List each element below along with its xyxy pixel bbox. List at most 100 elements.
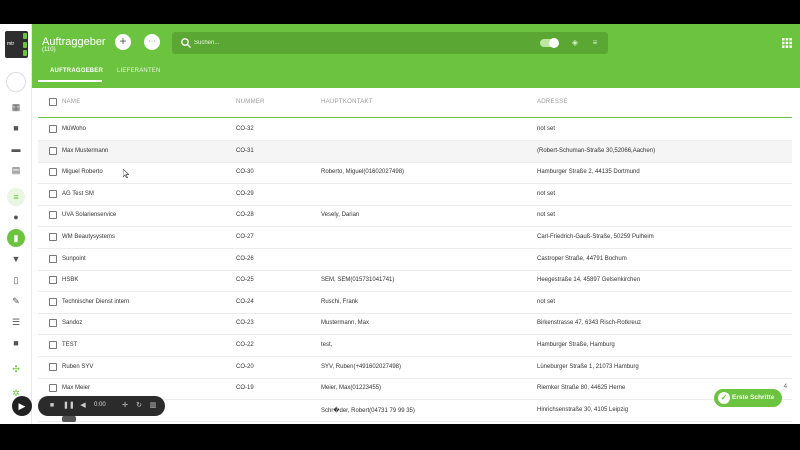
add-button[interactable]: + bbox=[115, 34, 131, 50]
search-toggle[interactable] bbox=[540, 38, 559, 48]
tab-lieferanten[interactable]: LIEFERANTEN bbox=[117, 68, 161, 74]
trash-icon[interactable]: ▥ bbox=[148, 401, 158, 411]
table-row[interactable]: WM Beautysystems CO-27 Carl-Friedrich-Gauß… bbox=[38, 227, 792, 249]
getting-started-label: Erste Schritte bbox=[732, 394, 775, 401]
toolbox-icon[interactable]: ■ bbox=[11, 338, 21, 348]
cell-contact: Meier, Max(01223455) bbox=[321, 385, 382, 392]
column-header-contact[interactable]: HAUPTKONTAKT bbox=[321, 99, 373, 105]
select-all-checkbox[interactable] bbox=[49, 98, 57, 106]
cell-name: Sandoz bbox=[62, 320, 83, 327]
row-checkbox[interactable] bbox=[49, 297, 57, 306]
table-row[interactable]: UVA Solarienservice CO-28 Vesely, Darian no… bbox=[38, 205, 792, 228]
row-checkbox[interactable] bbox=[49, 362, 57, 371]
row-checkbox[interactable] bbox=[49, 168, 57, 177]
table-row[interactable]: Miguel Roberto CO-30 Roberto, Miguel(01602… bbox=[38, 162, 792, 185]
search-bar: ◈ ≡ bbox=[172, 32, 608, 54]
cell-address: (Robert-Schuman-Straße 30,52066,Aachen) bbox=[537, 147, 656, 154]
row-checkbox[interactable] bbox=[49, 211, 57, 220]
dashboard-icon[interactable]: ▤ bbox=[11, 165, 21, 175]
logo-mark: mtr bbox=[7, 41, 15, 47]
tab-auftraggeber[interactable]: AUFTRAGGEBER bbox=[50, 68, 103, 74]
row-checkbox[interactable] bbox=[49, 276, 57, 285]
column-header-number[interactable]: NUMMER bbox=[236, 99, 265, 105]
cell-number: CO-24 bbox=[236, 298, 254, 305]
table-row[interactable]: Max Mustermann CO-31 (Robert-Schuman-Straß… bbox=[38, 140, 792, 163]
cell-number: CO-32 bbox=[236, 126, 254, 132]
restart-icon[interactable]: ↻ bbox=[134, 401, 144, 411]
pause-icon[interactable]: ❚❚ bbox=[63, 401, 75, 411]
rewind-icon[interactable]: ◀ bbox=[78, 401, 88, 411]
table-row[interactable]: Sandoz CO-23 Mustermann, Max Birkenstrasse … bbox=[38, 313, 792, 336]
table-row[interactable]: AG Test SM CO-29 not set bbox=[38, 184, 792, 206]
cell-address: Castroper Straße, 44791 Bochum bbox=[537, 255, 627, 262]
getting-started-badge: 4 bbox=[783, 384, 787, 390]
briefcase-icon[interactable]: ■ bbox=[11, 123, 21, 133]
row-checkbox[interactable] bbox=[49, 254, 57, 263]
row-checkbox[interactable] bbox=[49, 189, 57, 198]
cell-name: Sunpoint bbox=[62, 255, 86, 262]
row-checkbox[interactable] bbox=[49, 125, 57, 133]
column-header-name[interactable]: NAME bbox=[62, 99, 81, 105]
app-logo[interactable]: mtr bbox=[5, 31, 28, 58]
cell-address: not set bbox=[537, 126, 556, 132]
record-count: (110) bbox=[42, 47, 56, 53]
location-pin-icon[interactable]: ▼ bbox=[11, 254, 21, 264]
table-row[interactable]: MüWoho CO-32 not set bbox=[38, 119, 792, 141]
cell-name: TEST bbox=[62, 342, 78, 348]
cell-name: AG Test SM bbox=[62, 190, 94, 197]
row-checkbox[interactable] bbox=[49, 319, 57, 328]
header-bar: Auftraggeber (110) + ··· ◈ ≡ AUFTRAGGEBE… bbox=[32, 24, 800, 88]
sidebar: mtr ▦ ■ ▬ ▤ ≡ ● ▮ ▼ ▯ ✎ ☰ ■ ✣ ✲ bbox=[0, 24, 32, 424]
collapse-sidebar-button[interactable] bbox=[6, 72, 26, 92]
table-row[interactable]: TEST CO-22 test, Hamburger Straße, Hamburg bbox=[38, 335, 792, 357]
checkmark-icon: ✓ bbox=[718, 392, 730, 404]
table-row[interactable]: Ruben SYV CO-20 SYV, Ruben(+491602027498) L… bbox=[38, 357, 792, 379]
row-checkbox[interactable] bbox=[49, 233, 57, 241]
logo-dot bbox=[23, 50, 27, 56]
tag-icon[interactable]: ◈ bbox=[570, 38, 580, 48]
column-header-address[interactable]: ADRESSE bbox=[537, 99, 568, 105]
cell-name: UVA Solarienservice bbox=[62, 212, 117, 219]
row-checkbox[interactable] bbox=[49, 341, 57, 349]
recorder-handle[interactable] bbox=[62, 416, 76, 422]
document-icon[interactable]: ▯ bbox=[11, 275, 21, 285]
cell-address: not set bbox=[537, 190, 556, 197]
cell-name: Max Meier bbox=[62, 385, 91, 392]
cell-name: Ruben SYV bbox=[62, 363, 94, 370]
stop-icon[interactable]: ■ bbox=[47, 401, 57, 411]
cell-address: Hinrichsenstraße 30, 4105 Leipzig bbox=[537, 406, 629, 413]
table-header: NAME NUMMER HAUPTKONTAKT ADRESSE bbox=[38, 88, 792, 118]
cell-number: CO-20 bbox=[236, 363, 254, 370]
building-icon[interactable]: ▮ bbox=[11, 233, 21, 243]
getting-started-button[interactable]: ✓ Erste Schritte 4 bbox=[714, 384, 787, 407]
cell-name: WM Beautysystems bbox=[62, 234, 116, 240]
apps-grid-icon[interactable] bbox=[782, 38, 792, 48]
list-icon[interactable]: ☰ bbox=[11, 317, 21, 327]
search-input[interactable] bbox=[194, 36, 494, 50]
logo-dot bbox=[23, 33, 27, 39]
cell-name: MüWoho bbox=[62, 126, 86, 132]
table-row[interactable]: Sunpoint CO-26 Castroper Straße, 44791 Boc… bbox=[38, 249, 792, 271]
car-icon[interactable]: ▬ bbox=[11, 144, 21, 154]
cell-name: Miguel Roberto bbox=[62, 169, 103, 176]
cell-number: CO-29 bbox=[236, 190, 254, 197]
cell-number: CO-26 bbox=[236, 255, 254, 262]
crosshair-icon[interactable]: ✛ bbox=[120, 401, 130, 411]
cell-contact: SEM, SEM(015731041741) bbox=[321, 277, 395, 284]
camera-button[interactable]: ▶ bbox=[12, 396, 32, 416]
cell-contact: Ruschi, Frank bbox=[321, 298, 359, 305]
cell-number: CO-30 bbox=[236, 169, 254, 176]
row-checkbox[interactable] bbox=[49, 146, 57, 155]
person-icon[interactable]: ● bbox=[11, 212, 21, 222]
cell-address: not set bbox=[537, 212, 556, 219]
recording-toolbar: ■ ❚❚ ◀ 0:00 ✛ ↻ ▥ bbox=[38, 396, 165, 416]
table-row[interactable]: Technischer Dienst intern CO-24 Ruschi, Fr… bbox=[38, 292, 792, 314]
row-checkbox[interactable] bbox=[49, 384, 57, 393]
calendar-icon[interactable]: ▦ bbox=[11, 102, 21, 112]
table-row[interactable]: HSBK CO-25 SEM, SEM(015731041741) Heegestra… bbox=[38, 270, 792, 293]
filter-icon[interactable]: ≡ bbox=[590, 38, 600, 48]
fan-icon[interactable]: ✣ bbox=[11, 364, 21, 374]
wrench-icon[interactable]: ✎ bbox=[11, 296, 21, 306]
sliders-icon[interactable]: ≡ bbox=[11, 192, 21, 202]
more-options-button[interactable]: ··· bbox=[144, 34, 160, 50]
